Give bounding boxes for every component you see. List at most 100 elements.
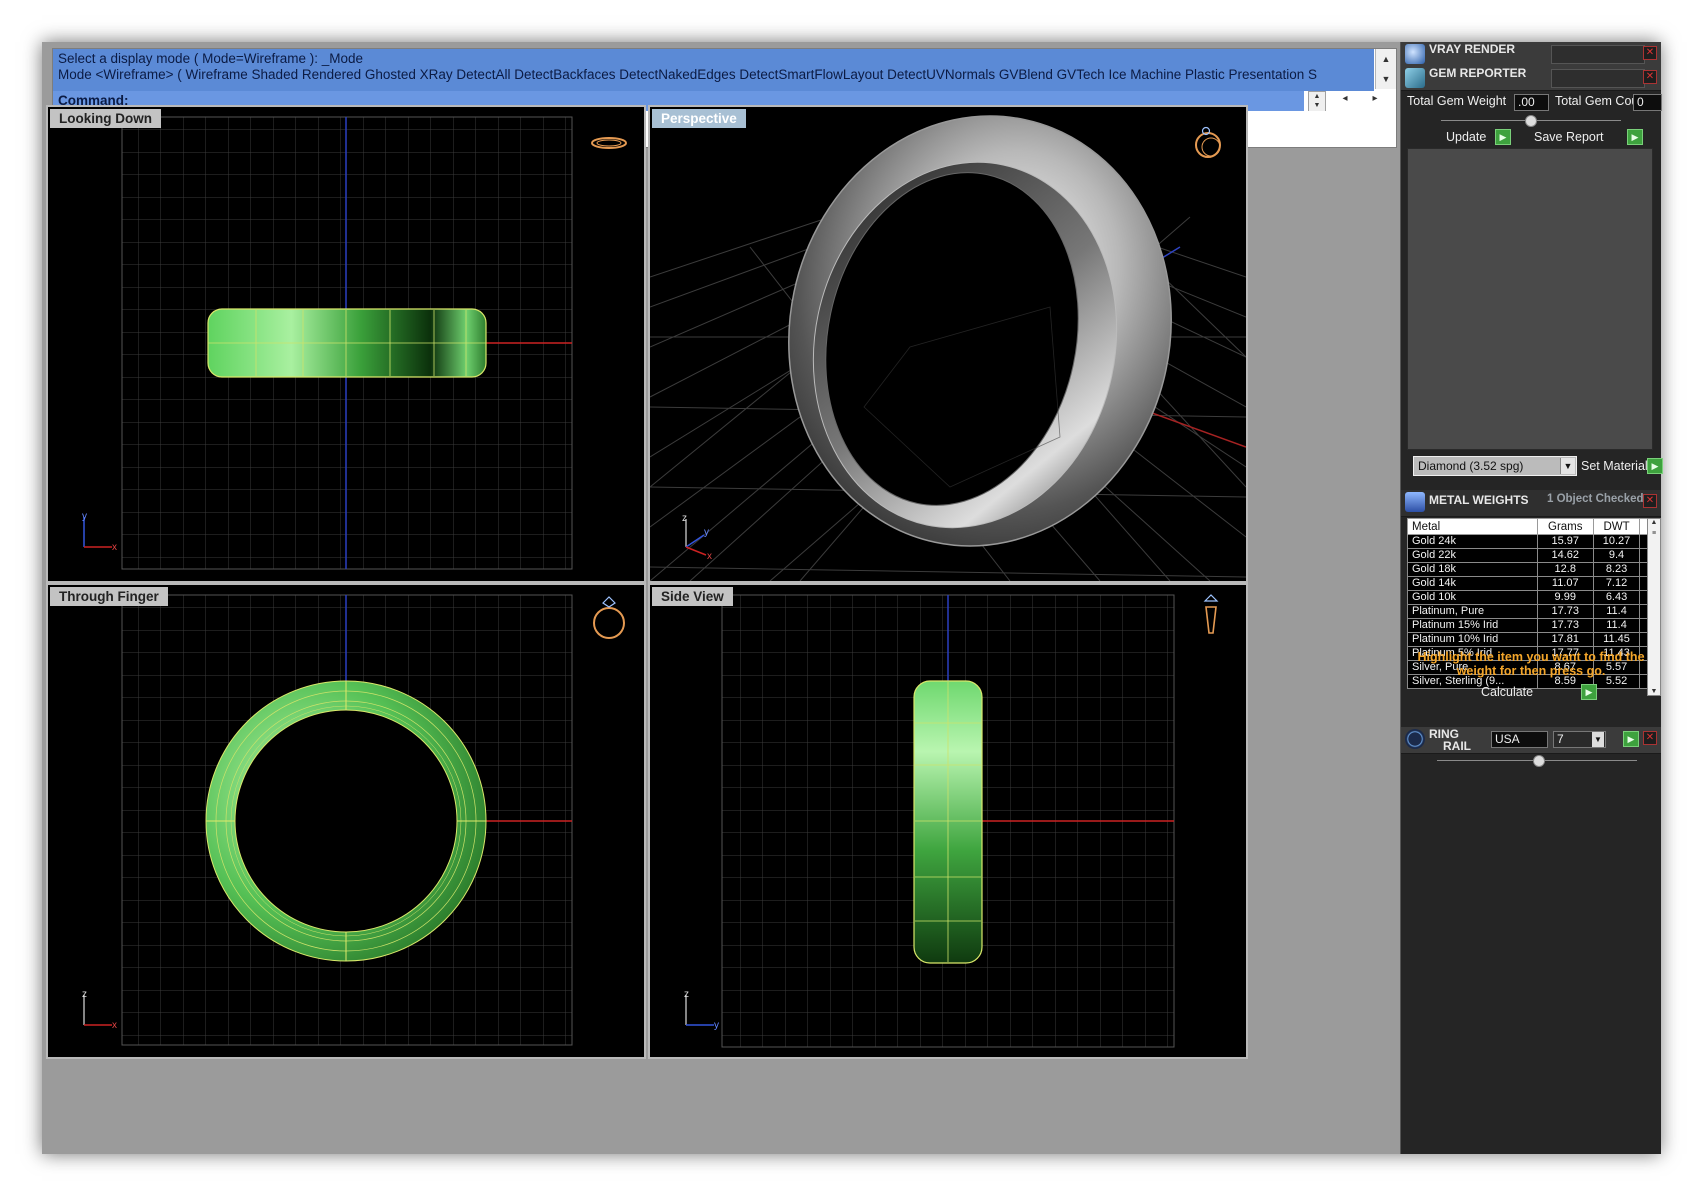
- ring-size-value: 7: [1557, 732, 1564, 746]
- command-history: Select a display mode ( Mode=Wireframe )…: [53, 49, 1374, 91]
- grams-cell: 17.73: [1536, 618, 1594, 633]
- command-nav-arrows: ◂ ▸: [1330, 93, 1390, 109]
- axis-label-z: z: [82, 989, 87, 1000]
- command-spinner[interactable]: ▲ ▼: [1308, 91, 1326, 113]
- gem-report-list[interactable]: [1407, 148, 1653, 450]
- set-material-go-icon[interactable]: ▶: [1647, 458, 1663, 474]
- ring-size-select[interactable]: 7 ▼: [1553, 731, 1606, 748]
- close-icon[interactable]: ✕: [1643, 46, 1657, 60]
- gem-slider-thumb[interactable]: [1525, 115, 1537, 127]
- ring-slider-thumb[interactable]: [1533, 755, 1545, 767]
- dwt-cell: 7.12: [1592, 576, 1641, 591]
- scroll-grip-icon[interactable]: ≡: [1648, 530, 1660, 537]
- arrow-left-icon[interactable]: ◂: [1342, 93, 1347, 109]
- update-go-icon[interactable]: ▶: [1495, 129, 1511, 145]
- total-gem-weight-field: .00: [1514, 94, 1549, 111]
- column-header-grams[interactable]: Grams: [1536, 518, 1594, 535]
- close-icon[interactable]: ✕: [1643, 731, 1657, 745]
- table-row[interactable]: Gold 22k 14.62 9.4: [1407, 548, 1652, 563]
- table-row[interactable]: Platinum, Pure 17.73 11.4: [1407, 604, 1652, 619]
- ring-navigator-icon[interactable]: [1195, 126, 1221, 158]
- grams-cell: 9.99: [1536, 590, 1594, 605]
- axis-indicator: z x: [82, 989, 117, 1031]
- viewport-perspective[interactable]: Perspective z y x: [648, 105, 1248, 583]
- viewport-title[interactable]: Perspective: [652, 109, 746, 128]
- dwt-cell: 8.23: [1592, 562, 1641, 577]
- metal-name-cell: Platinum, Pure: [1407, 604, 1538, 619]
- update-button[interactable]: Update: [1446, 129, 1486, 145]
- scroll-down-icon[interactable]: ▼: [1376, 69, 1396, 89]
- command-history-scrollbar[interactable]: ▲ ▼: [1375, 49, 1396, 89]
- axis-label-y: y: [82, 511, 87, 522]
- set-material-button[interactable]: Set Material: [1581, 458, 1648, 474]
- viewport-title[interactable]: Looking Down: [50, 109, 161, 128]
- column-header-metal[interactable]: Metal: [1407, 518, 1538, 535]
- save-report-button[interactable]: Save Report: [1534, 129, 1603, 145]
- dwt-cell: 6.43: [1592, 590, 1641, 605]
- material-select[interactable]: Diamond (3.52 spg) ▼: [1413, 456, 1577, 476]
- ring-front-view[interactable]: [205, 680, 487, 962]
- table-row[interactable]: Platinum 15% Irid 17.73 11.4: [1407, 618, 1652, 633]
- ring-perspective-render[interactable]: [749, 107, 1211, 581]
- metal-weights-hint: Highlight the item you want to find the …: [1417, 650, 1645, 678]
- ring-navigator-icon[interactable]: [593, 596, 625, 639]
- ring-navigator-icon[interactable]: [591, 137, 627, 149]
- grams-cell: 12.8: [1536, 562, 1594, 577]
- viewport-canvas[interactable]: z x: [48, 585, 644, 1057]
- viewport-looking-down[interactable]: Looking Down y x: [46, 105, 646, 583]
- ring-rail-go-icon[interactable]: ▶: [1623, 731, 1639, 747]
- ring-side-view[interactable]: [913, 680, 983, 964]
- scroll-up-icon[interactable]: ▲: [1376, 49, 1396, 69]
- close-icon[interactable]: ✕: [1643, 70, 1657, 84]
- grams-cell: 17.81: [1536, 632, 1594, 647]
- calculate-button[interactable]: Calculate: [1481, 684, 1533, 700]
- axis-indicator: y x: [82, 511, 117, 553]
- dwt-cell: 9.4: [1592, 548, 1641, 563]
- table-row[interactable]: Gold 14k 11.07 7.12: [1407, 576, 1652, 591]
- chevron-down-icon[interactable]: ▼: [1592, 732, 1604, 747]
- scroll-up-icon[interactable]: ▲: [1648, 519, 1660, 526]
- save-report-button-label: Save Report: [1534, 130, 1604, 144]
- gem-reporter-strip[interactable]: GEM REPORTER ✕: [1401, 66, 1661, 91]
- viewport-side-view[interactable]: Side View z y: [648, 583, 1248, 1059]
- axis-label-x: x: [112, 1020, 117, 1031]
- command-history-line-1: Select a display mode ( Mode=Wireframe )…: [58, 51, 364, 66]
- chevron-down-icon[interactable]: ▼: [1560, 458, 1575, 474]
- gem-reporter-logo-icon: [1405, 68, 1425, 88]
- axis-label-z: z: [682, 513, 687, 524]
- calculate-go-icon[interactable]: ▶: [1581, 684, 1597, 700]
- arrow-right-icon[interactable]: ▸: [1372, 93, 1377, 109]
- dwt-cell: 11.45: [1592, 632, 1641, 647]
- command-history-line-2: Mode <Wireframe> ( Wireframe Shaded Rend…: [58, 67, 1318, 82]
- save-report-go-icon[interactable]: ▶: [1627, 129, 1643, 145]
- table-row[interactable]: Platinum 10% Irid 17.81 11.45: [1407, 632, 1652, 647]
- dwt-cell: 10.27: [1592, 534, 1641, 549]
- plugin-panel: VRAY RENDER ✕ GEM REPORTER ✕ Total Gem W…: [1400, 42, 1663, 1154]
- axis-indicator: z y: [684, 989, 719, 1031]
- table-row[interactable]: Gold 24k 15.97 10.27: [1407, 534, 1652, 549]
- ring-standard-field[interactable]: USA: [1491, 731, 1548, 748]
- viewport-title[interactable]: Side View: [652, 587, 733, 606]
- vray-strip-track: [1551, 45, 1645, 64]
- metal-weights-status: 1 Object Checked: [1547, 493, 1644, 505]
- metal-weights-strip[interactable]: METAL WEIGHTS 1 Object Checked ✕: [1401, 490, 1661, 517]
- scroll-down-icon[interactable]: ▼: [1648, 688, 1660, 695]
- gem-strip-track: [1551, 69, 1645, 88]
- table-row[interactable]: Gold 10k 9.99 6.43: [1407, 590, 1652, 605]
- viewport-canvas[interactable]: z y: [650, 585, 1246, 1057]
- close-icon[interactable]: ✕: [1643, 494, 1657, 508]
- viewport-through-finger[interactable]: Through Finger z x: [46, 583, 646, 1059]
- vray-render-strip[interactable]: VRAY RENDER ✕: [1401, 42, 1661, 67]
- dwt-cell: 11.4: [1592, 618, 1641, 633]
- grams-cell: 15.97: [1536, 534, 1594, 549]
- ring-navigator-icon[interactable]: [1203, 594, 1219, 634]
- metal-name-cell: Platinum 15% Irid: [1407, 618, 1538, 633]
- viewport-canvas[interactable]: z y x: [650, 107, 1246, 581]
- column-header-dwt[interactable]: DWT: [1592, 518, 1641, 535]
- viewport-canvas[interactable]: y x: [48, 107, 644, 581]
- table-row[interactable]: Gold 18k 12.8 8.23: [1407, 562, 1652, 577]
- total-gem-weight-label: Total Gem Weight: [1407, 94, 1507, 108]
- metal-weights-title: METAL WEIGHTS: [1429, 493, 1529, 507]
- ring-rail-strip[interactable]: RING RAIL USA 7 ▼ ▶ ✕: [1401, 727, 1661, 754]
- viewport-title[interactable]: Through Finger: [50, 587, 168, 606]
